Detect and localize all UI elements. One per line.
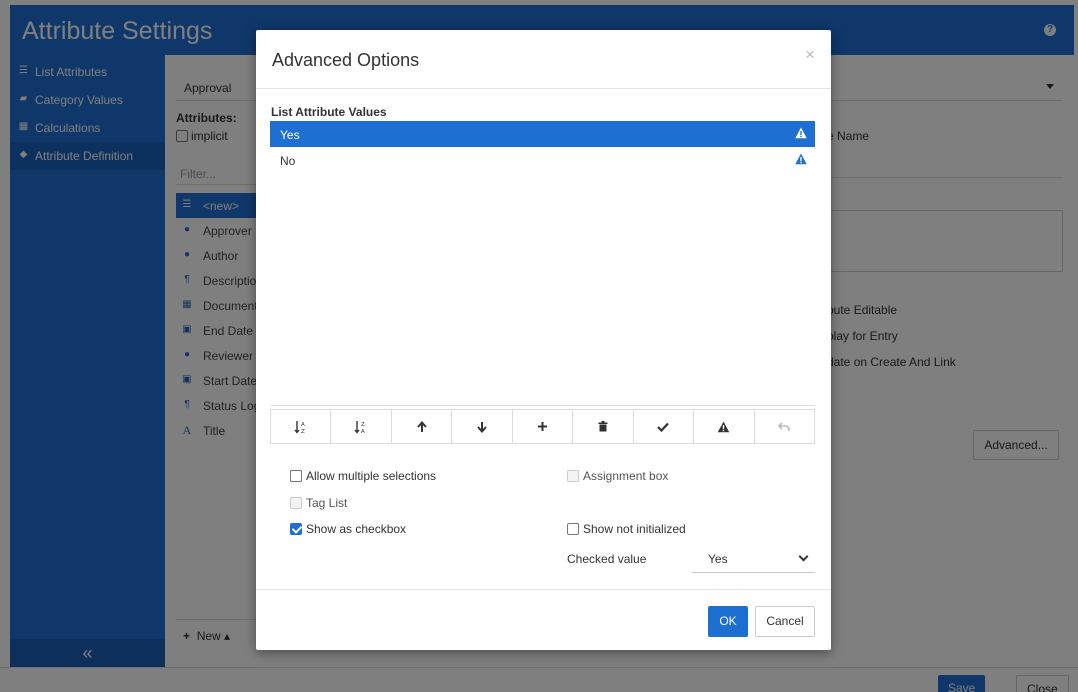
values-toolbar: AZ ZA: [270, 409, 815, 444]
value-label: Yes: [280, 128, 300, 142]
checkbox-box[interactable]: [290, 523, 302, 535]
arrow-down-icon: [477, 421, 487, 433]
set-default-button[interactable]: [634, 410, 695, 443]
delete-value-button[interactable]: [573, 410, 634, 443]
arrow-up-icon: [416, 420, 427, 432]
checked-value-label: Checked value: [567, 552, 647, 566]
move-down-button[interactable]: [452, 410, 513, 443]
sort-alpha-desc-icon: ZA: [354, 420, 365, 434]
assignment-box-checkbox[interactable]: Assignment box: [567, 469, 668, 483]
close-icon[interactable]: ×: [805, 46, 815, 64]
show-not-initialized-label: Show not initialized: [583, 522, 686, 536]
warning-icon: [795, 127, 807, 139]
cancel-button[interactable]: Cancel: [755, 606, 815, 637]
plus-icon: [537, 422, 547, 431]
checked-value: Yes: [708, 552, 728, 566]
svg-text:Z: Z: [361, 422, 365, 428]
warning-icon: [795, 153, 807, 165]
move-up-button[interactable]: [392, 410, 453, 443]
check-icon: [657, 422, 670, 432]
list-item[interactable]: No: [270, 147, 815, 173]
chevron-down-icon: [798, 551, 809, 562]
show-not-initialized-checkbox[interactable]: Show not initialized: [567, 522, 686, 536]
assignment-box-label: Assignment box: [583, 469, 669, 483]
checked-value-select[interactable]: Yes: [692, 543, 815, 573]
svg-text:A: A: [301, 422, 305, 428]
values-list: Yes No: [270, 121, 815, 406]
tag-list-checkbox[interactable]: Tag List: [290, 496, 347, 510]
tag-list-label: Tag List: [306, 496, 348, 510]
allow-multiple-label: Allow multiple selections: [306, 469, 437, 483]
checkbox-box[interactable]: [567, 523, 579, 535]
sort-descending-button[interactable]: ZA: [331, 410, 392, 443]
dialog-header: Advanced Options ×: [256, 30, 831, 89]
checkbox-box[interactable]: [567, 470, 579, 482]
dialog-title: Advanced Options: [272, 50, 420, 70]
show-as-checkbox-label: Show as checkbox: [306, 522, 407, 536]
sort-alpha-asc-icon: AZ: [294, 420, 305, 434]
svg-text:A: A: [361, 429, 365, 434]
ok-button[interactable]: OK: [708, 606, 748, 637]
advanced-options-dialog: Advanced Options × List Attribute Values…: [256, 30, 831, 650]
warning-icon: [718, 421, 730, 432]
dialog-footer: OK Cancel: [256, 589, 831, 650]
checkbox-box[interactable]: [290, 470, 302, 482]
undo-button[interactable]: [755, 410, 814, 443]
svg-text:Z: Z: [301, 429, 305, 434]
checkbox-box[interactable]: [290, 497, 302, 509]
list-item[interactable]: Yes: [270, 121, 815, 147]
value-label: No: [280, 154, 296, 168]
trash-icon: [598, 421, 608, 432]
add-value-button[interactable]: [513, 410, 574, 443]
sort-ascending-button[interactable]: AZ: [271, 410, 332, 443]
show-as-checkbox-checkbox[interactable]: Show as checkbox: [290, 522, 406, 536]
allow-multiple-selections-checkbox[interactable]: Allow multiple selections: [290, 469, 436, 483]
undo-icon: [778, 421, 791, 431]
mark-warning-button[interactable]: [694, 410, 755, 443]
list-attribute-values-label: List Attribute Values: [271, 105, 387, 119]
